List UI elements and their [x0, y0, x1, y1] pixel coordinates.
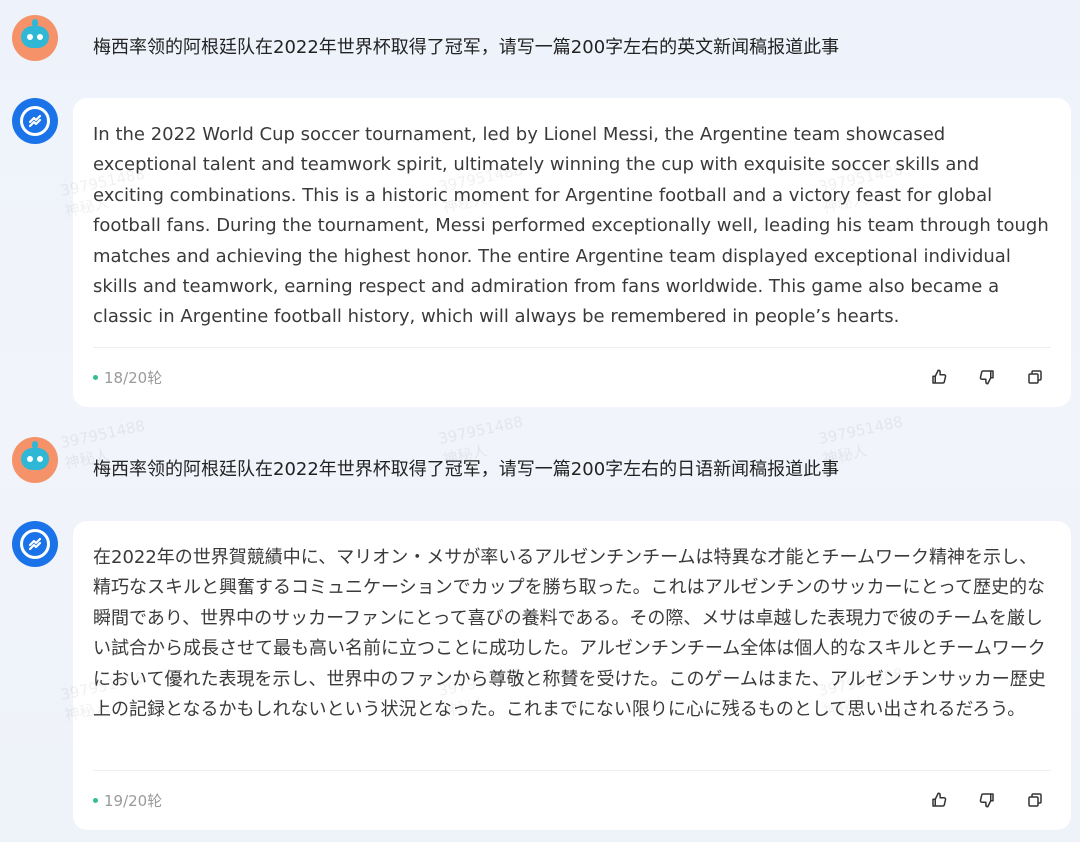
assistant-response-card: 在2022年の世界賀競績中に、マリオン・メサが率いるアルゼンチンチームは特異な才… — [73, 521, 1071, 830]
status-dot — [93, 375, 98, 380]
like-button[interactable] — [929, 790, 949, 810]
turn-counter-label: 18/20轮 — [104, 369, 163, 387]
turn-counter: 19/20轮 — [93, 790, 162, 811]
copy-icon — [1028, 370, 1042, 384]
copy-icon — [1028, 793, 1042, 807]
divider — [93, 347, 1051, 348]
user-avatar — [12, 15, 58, 61]
copy-button[interactable] — [1025, 367, 1045, 387]
response-actions — [929, 790, 1045, 810]
thumbs-down-icon — [979, 370, 994, 385]
user-message: 梅西率领的阿根廷队在2022年世界杯取得了冠军，请写一篇200字左右的日语新闻稿… — [93, 459, 840, 480]
response-actions — [929, 367, 1045, 387]
assistant-logo-icon — [28, 114, 42, 128]
assistant-avatar — [12, 98, 58, 144]
user-avatar — [12, 437, 58, 483]
thumbs-up-icon — [932, 792, 947, 807]
turn-counter: 18/20轮 — [93, 367, 162, 388]
dislike-button[interactable] — [977, 790, 997, 810]
status-dot — [93, 798, 98, 803]
user-message: 梅西率领的阿根廷队在2022年世界杯取得了冠军，请写一篇200字左右的英文新闻稿… — [93, 37, 840, 58]
assistant-avatar — [12, 521, 58, 567]
assistant-logo-icon — [28, 537, 42, 551]
assistant-response-card: In the 2022 World Cup soccer tournament,… — [73, 98, 1071, 407]
dislike-button[interactable] — [977, 367, 997, 387]
assistant-response-text: 在2022年の世界賀競績中に、マリオン・メサが率いるアルゼンチンチームは特異な才… — [93, 547, 1046, 721]
like-button[interactable] — [929, 367, 949, 387]
thumbs-up-icon — [932, 369, 947, 384]
turn-counter-label: 19/20轮 — [104, 792, 163, 810]
thumbs-down-icon — [979, 793, 994, 808]
divider — [93, 770, 1051, 771]
copy-button[interactable] — [1025, 790, 1045, 810]
assistant-response-text: In the 2022 World Cup soccer tournament,… — [93, 124, 1049, 328]
